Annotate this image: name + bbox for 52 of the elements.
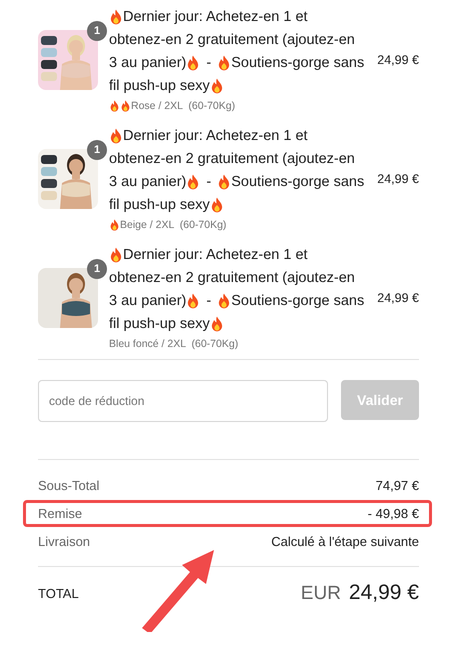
variant-text: Beige / 2XL (60-70Kg) [120, 219, 226, 231]
quantity-badge: 1 [87, 258, 107, 278]
summary-value: Calculé à l'étape suivante [271, 534, 419, 548]
flame-icon [186, 174, 200, 190]
product-title: fil push-up sexy [109, 78, 210, 94]
summary-label: Sous-Total [38, 478, 100, 492]
product-price: 24,99 € [377, 172, 419, 186]
flame-icon [217, 54, 232, 70]
quantity-badge: 1 [87, 140, 107, 160]
flame-icon [120, 100, 131, 112]
product-title: fil push-up sexy [109, 316, 210, 332]
flame-icon [217, 292, 232, 308]
product-title: Soutiens-gorge sans [231, 174, 364, 190]
product-title: 3 au panier) [109, 292, 186, 308]
flame-icon [109, 246, 123, 262]
flame-icon [210, 78, 224, 94]
flame-icon [109, 100, 120, 112]
total-amount: 24,99 € [348, 581, 419, 605]
product-title: obtenez-en 2 gratuitement (ajoutez-en [109, 32, 355, 48]
product-price: 24,99 € [377, 290, 419, 304]
flame-icon [109, 219, 120, 231]
summary-value: - 49,98 € [368, 506, 419, 520]
summary-label: Livraison [38, 534, 90, 548]
product-title: obtenez-en 2 gratuitement (ajoutez-en [109, 150, 355, 166]
product-title: Soutiens-gorge sans [231, 292, 364, 308]
flame-icon [210, 196, 224, 212]
flame-icon [210, 316, 224, 332]
product-title: 3 au panier) [109, 54, 186, 70]
variant-text: Rose / 2XL (60-70Kg) [131, 100, 236, 112]
quantity-badge: 1 [87, 20, 107, 40]
product-title: - [206, 174, 212, 190]
variant-text: Bleu foncé / 2XL (60-70Kg) [109, 338, 238, 350]
product-title: Dernier jour: Achetez-en 1 et [123, 246, 308, 262]
flame-icon [217, 174, 232, 190]
summary-label: Remise [38, 506, 82, 520]
flame-icon [109, 8, 123, 24]
product-title: Dernier jour: Achetez-en 1 et [123, 8, 308, 24]
currency-code: EUR [300, 583, 341, 605]
flame-icon [109, 128, 123, 144]
product-title: fil push-up sexy [109, 196, 210, 212]
discount-code-field[interactable]: code de réduction [38, 380, 328, 422]
product-title: 3 au panier) [109, 174, 186, 190]
flame-icon [186, 292, 200, 308]
flame-icon [186, 54, 200, 70]
product-title: obtenez-en 2 gratuitement (ajoutez-en [109, 270, 355, 286]
product-title: Soutiens-gorge sans [231, 54, 364, 70]
total-label: TOTAL [38, 586, 79, 600]
product-title: - [206, 54, 212, 70]
product-price: 24,99 € [377, 52, 419, 66]
summary-value: 74,97 € [376, 478, 419, 492]
product-title: - [206, 292, 212, 308]
product-title: Dernier jour: Achetez-en 1 et [123, 128, 308, 144]
